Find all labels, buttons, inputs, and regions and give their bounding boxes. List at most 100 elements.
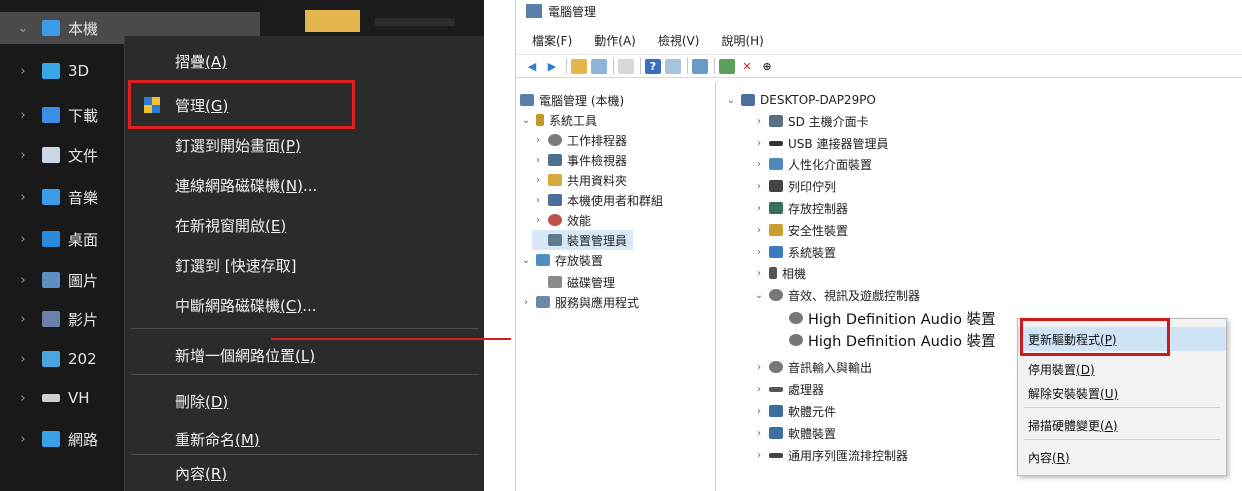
chevron-right-icon[interactable]: ›	[12, 148, 34, 163]
chevron-right-icon[interactable]: ›	[753, 362, 765, 373]
device-category[interactable]: › 安全性裝置	[753, 220, 848, 240]
chevron-right-icon[interactable]: ›	[12, 190, 34, 205]
chevron-right-icon[interactable]: ›	[12, 352, 34, 367]
device-category[interactable]: › 音訊輸入與輸出	[753, 357, 872, 377]
chevron-down-icon[interactable]: ⌄	[520, 115, 532, 126]
uninstall-icon[interactable]: ✕	[739, 59, 755, 74]
menu-item-pin-quick-access[interactable]: 釘選到 [快速存取]	[125, 248, 484, 282]
chevron-right-icon[interactable]: ›	[12, 108, 34, 123]
chevron-right-icon[interactable]: ›	[12, 64, 34, 79]
menu-item-open-new-window[interactable]: 在新視窗開啟(E)	[125, 208, 484, 242]
update-driver-icon[interactable]	[719, 58, 735, 74]
forward-icon[interactable]: ▶	[544, 59, 560, 74]
menu-item-properties[interactable]: 內容(R)	[125, 456, 484, 490]
device-category[interactable]: › 人性化介面裝置	[753, 154, 872, 174]
chevron-right-icon[interactable]: ›	[753, 138, 765, 149]
tree-item-label: 桌面	[68, 230, 99, 249]
chevron-right-icon[interactable]: ›	[532, 135, 544, 146]
tree-node-storage[interactable]: ⌄ 存放裝置	[520, 250, 603, 270]
chevron-right-icon[interactable]: ›	[12, 312, 34, 327]
chevron-down-icon[interactable]: ⌄	[520, 255, 532, 266]
chevron-down-icon[interactable]: ⌄	[725, 95, 737, 106]
menu-help[interactable]: 說明(H)	[721, 32, 763, 49]
menu-item-label: 刪除	[175, 392, 206, 411]
tree-node-shared-folders[interactable]: › 共用資料夾	[532, 170, 627, 190]
menu-item-scan-hardware[interactable]: 掃描硬體變更(A)	[1018, 413, 1226, 437]
device-category[interactable]: › 存放控制器	[753, 198, 848, 218]
monitor-icon[interactable]	[692, 58, 708, 74]
videos-icon	[42, 311, 60, 327]
tree-node-services-apps[interactable]: › 服務與應用程式	[520, 292, 639, 312]
chevron-right-icon[interactable]: ›	[753, 181, 765, 192]
tree-node-device-manager[interactable]: 裝置管理員	[532, 230, 634, 250]
up-folder-icon[interactable]	[571, 58, 587, 74]
chevron-right-icon[interactable]: ›	[753, 225, 765, 236]
device-category[interactable]: ⌄ 音效、視訊及遊戲控制器	[753, 285, 920, 305]
tree-node-local-users[interactable]: › 本機使用者和群組	[532, 190, 663, 210]
menu-item-disable-device[interactable]: 停用裝置(D)	[1018, 357, 1226, 381]
help-icon[interactable]: ?	[645, 58, 661, 74]
chevron-down-icon[interactable]: ⌄	[12, 21, 34, 36]
chevron-right-icon[interactable]: ›	[753, 450, 765, 461]
chevron-right-icon[interactable]: ›	[12, 391, 34, 406]
device-category[interactable]: › 列印佇列	[753, 176, 836, 196]
view-icon[interactable]	[665, 58, 681, 74]
chevron-right-icon[interactable]: ›	[520, 297, 532, 308]
device-item-hd-audio[interactable]: High Definition Audio 裝置	[785, 330, 996, 350]
chevron-right-icon[interactable]: ›	[753, 428, 765, 439]
toolbar: ◀ ▶ ? ✕ ⊕	[516, 54, 1242, 78]
chevron-right-icon[interactable]: ›	[753, 247, 765, 258]
chevron-right-icon[interactable]: ›	[12, 432, 34, 447]
menu-item-map-drive[interactable]: 連線網路磁碟機(N)...	[125, 168, 484, 202]
download-driver-icon[interactable]: ⊕	[759, 59, 775, 74]
menu-item-rename[interactable]: 重新命名(M)	[125, 422, 484, 456]
device-category[interactable]: › 相機	[753, 263, 806, 283]
device-item-hd-audio[interactable]: High Definition Audio 裝置	[785, 308, 996, 328]
chevron-right-icon[interactable]: ›	[753, 406, 765, 417]
chevron-right-icon[interactable]: ›	[12, 273, 34, 288]
tree-node-performance[interactable]: › 效能	[532, 210, 591, 230]
chevron-right-icon[interactable]: ›	[532, 175, 544, 186]
chevron-right-icon[interactable]: ›	[12, 232, 34, 247]
menu-file[interactable]: 檔案(F)	[532, 32, 572, 49]
menu-item-add-network-location[interactable]: 新增一個網路位置(L)	[125, 338, 484, 372]
menu-item-uninstall-device[interactable]: 解除安裝裝置(U)	[1018, 381, 1226, 405]
tree-node-system-tools[interactable]: ⌄ 系統工具	[520, 110, 597, 130]
device-category[interactable]: › 處理器	[753, 379, 824, 399]
back-icon[interactable]: ◀	[524, 59, 540, 74]
device-category[interactable]: › 軟體裝置	[753, 423, 836, 443]
chevron-right-icon[interactable]: ›	[753, 159, 765, 170]
menu-item-delete[interactable]: 刪除(D)	[125, 384, 484, 418]
menu-item-label: 新增一個網路位置	[175, 346, 296, 365]
tree-node-event-viewer[interactable]: › 事件檢視器	[532, 150, 627, 170]
menu-item-properties[interactable]: 內容(R)	[1018, 445, 1226, 469]
menu-item-collapse[interactable]: 摺疊(A)	[125, 44, 484, 78]
chevron-right-icon[interactable]: ›	[532, 215, 544, 226]
menu-separator	[131, 454, 479, 455]
menu-view[interactable]: 檢視(V)	[658, 32, 700, 49]
chevron-right-icon[interactable]: ›	[753, 384, 765, 395]
device-category[interactable]: › SD 主機介面卡	[753, 111, 869, 131]
menu-item-disconnect-drive[interactable]: 中斷網路磁碟機(C)...	[125, 288, 484, 322]
chevron-right-icon[interactable]: ›	[532, 155, 544, 166]
show-hide-tree-icon[interactable]	[591, 58, 607, 74]
menu-action[interactable]: 動作(A)	[594, 32, 636, 49]
menu-item-pin-start[interactable]: 釘選到開始畫面(P)	[125, 128, 484, 162]
users-icon	[548, 194, 562, 206]
device-category[interactable]: › USB 連接器管理員	[753, 133, 888, 153]
chevron-right-icon[interactable]: ›	[753, 203, 765, 214]
chevron-right-icon[interactable]: ›	[532, 195, 544, 206]
menu-item-shortcut: (R)	[205, 464, 228, 483]
tree-node-computer-management[interactable]: 電腦管理 (本機)	[520, 90, 624, 110]
tree-node-task-scheduler[interactable]: › 工作排程器	[532, 130, 627, 150]
pc-icon	[42, 20, 60, 36]
chevron-right-icon[interactable]: ›	[753, 268, 765, 279]
device-root[interactable]: ⌄ DESKTOP-DAP29PO	[725, 90, 876, 110]
tree-node-disk-management[interactable]: 磁碟管理	[532, 272, 615, 292]
device-category[interactable]: › 系統裝置	[753, 242, 836, 262]
device-category[interactable]: › 通用序列匯流排控制器	[753, 445, 908, 465]
chevron-down-icon[interactable]: ⌄	[753, 290, 765, 301]
properties-icon[interactable]	[618, 58, 634, 74]
chevron-right-icon[interactable]: ›	[753, 116, 765, 127]
device-category[interactable]: › 軟體元件	[753, 401, 836, 421]
